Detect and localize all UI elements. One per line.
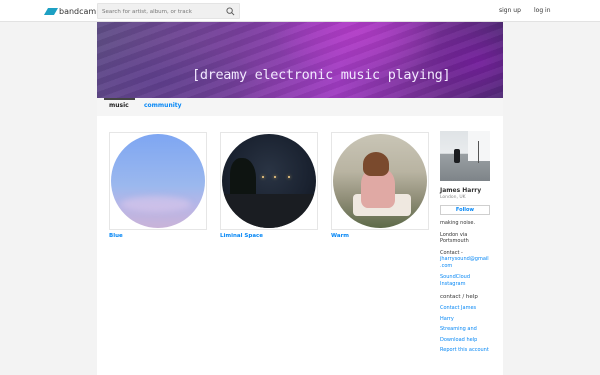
artist-banner: [dreamy electronic music playing] (97, 22, 503, 98)
search-input[interactable] (102, 6, 222, 17)
report-account-link[interactable]: Report this account (440, 347, 492, 354)
art-ground (222, 194, 316, 228)
tab-music[interactable]: music (109, 102, 129, 109)
artist-hometown: London via Portsmouth (440, 232, 492, 245)
hometown-line: Portsmouth (440, 238, 469, 244)
follow-button[interactable]: Follow (440, 205, 490, 215)
artist-links: SoundCloud Instagram (440, 274, 492, 287)
album-art-liminal-space[interactable] (222, 134, 316, 228)
search-box (97, 3, 240, 19)
album-title[interactable]: Warm (331, 233, 429, 239)
tab-community[interactable]: community (144, 102, 182, 109)
streaming-help-link[interactable]: Streaming and Download help (440, 326, 492, 343)
album-art-frame[interactable] (109, 132, 207, 230)
artist-photo[interactable] (440, 131, 490, 181)
art-tree (230, 158, 256, 198)
artist-location: London, UK (440, 195, 466, 200)
album-art-frame[interactable] (220, 132, 318, 230)
tab-bar: music community (97, 98, 503, 116)
art-streetlight (262, 176, 264, 178)
album-title[interactable]: Blue (109, 233, 207, 239)
streaming-help-line[interactable]: Download help (440, 337, 492, 344)
artist-contact: Contact - jharrysound@gmail .com (440, 250, 492, 270)
album-card-blue[interactable]: Blue (109, 132, 207, 239)
instagram-link[interactable]: Instagram (440, 281, 492, 288)
contact-email-link[interactable]: .com (440, 263, 492, 270)
artist-bio: making noise. (440, 220, 476, 226)
contact-artist-line[interactable]: Harry (440, 316, 492, 323)
contact-email-link[interactable]: jharrysound@gmail (440, 256, 492, 263)
art-streetlight (274, 176, 276, 178)
login-link[interactable]: log in (534, 7, 551, 14)
help-links: Contact James Harry Streaming and Downlo… (440, 305, 492, 354)
search-icon[interactable] (226, 7, 235, 16)
top-bar: bandcamp sign up log in (0, 0, 600, 22)
logo-text: bandcamp (59, 6, 102, 16)
help-heading: contact / help (440, 294, 478, 300)
album-card-warm[interactable]: Warm (331, 132, 429, 239)
active-tab-indicator (104, 98, 135, 100)
bandcamp-logo-icon (43, 7, 59, 15)
banner-texture (97, 22, 503, 98)
artist-sidebar: James Harry London, UK Follow making noi… (440, 131, 492, 358)
contact-artist-line[interactable]: Contact James (440, 305, 492, 312)
banner-text: [dreamy electronic music playing] (192, 67, 451, 83)
signup-link[interactable]: sign up (499, 7, 521, 14)
art-streetlight (288, 176, 290, 178)
art-hair (363, 152, 389, 176)
contact-artist-link[interactable]: Contact James Harry (440, 305, 492, 322)
photo-wall (468, 131, 490, 161)
album-art-warm[interactable] (333, 134, 427, 228)
album-art-blue[interactable] (111, 134, 205, 228)
artist-name: James Harry (440, 187, 482, 194)
streaming-help-line[interactable]: Streaming and (440, 326, 492, 333)
album-art-frame[interactable] (331, 132, 429, 230)
photo-pole (478, 141, 479, 163)
bandcamp-logo[interactable]: bandcamp (43, 5, 102, 17)
album-title[interactable]: Liminal Space (220, 233, 318, 239)
photo-figure (454, 149, 460, 163)
album-card-liminal-space[interactable]: Liminal Space (220, 132, 318, 239)
